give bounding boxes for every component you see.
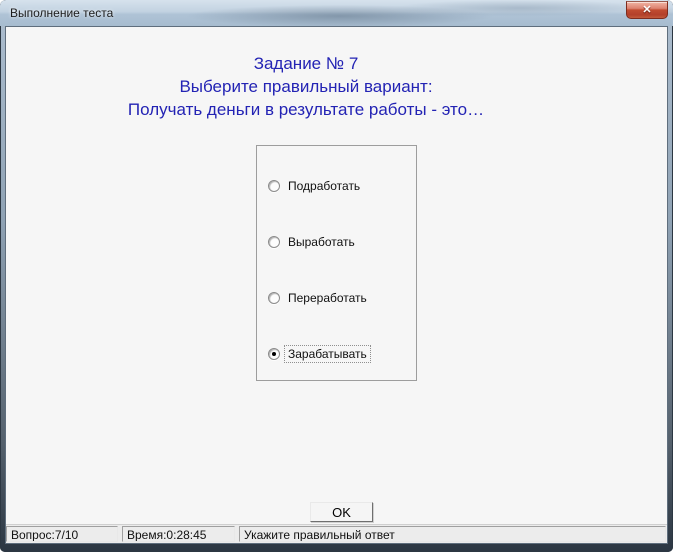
radio-option-label: Зарабатывать [284,345,371,363]
answers-panel: Подработать Выработать Переработать Зара… [256,145,417,381]
titlebar[interactable]: Выполнение теста ✕ [0,0,673,26]
status-time: Время:0:28:45 [122,526,235,542]
close-button[interactable]: ✕ [626,1,668,19]
status-question-counter: Вопрос:7/10 [6,526,118,542]
radio-option-label: Выработать [288,235,355,249]
radio-option-zarabatyvat[interactable]: Зарабатывать [268,345,371,363]
question-block: Задание № 7 Выберите правильный вариант:… [6,52,606,121]
close-icon: ✕ [642,3,652,16]
question-number: Задание № 7 [253,54,359,73]
ok-button[interactable]: OK [310,502,373,522]
radio-option-pererabotat[interactable]: Переработать [268,289,371,307]
radio-option-vyrabotat[interactable]: Выработать [268,233,359,251]
radio-button-icon[interactable] [268,348,280,360]
window-body: Задание № 7 Выберите правильный вариант:… [5,26,668,544]
radio-option-podrabotat[interactable]: Подработать [268,177,364,195]
radio-button-icon[interactable] [268,236,280,248]
radio-option-label: Переработать [288,291,367,305]
window-title: Выполнение теста [10,6,114,20]
question-text: Получать деньги в результате работы - эт… [127,100,485,119]
app-window: Выполнение теста ✕ Задание № 7 Выберите … [0,0,673,552]
radio-button-icon[interactable] [268,180,280,192]
status-hint: Укажите правильный ответ [239,526,666,542]
radio-option-label: Подработать [288,179,361,193]
radio-button-icon[interactable] [268,292,280,304]
status-bar: Вопрос:7/10 Время:0:28:45 Укажите правил… [6,524,667,543]
question-instruction: Выберите правильный вариант: [179,77,433,96]
radio-dot [272,352,276,356]
client-area: Задание № 7 Выберите правильный вариант:… [6,27,667,524]
